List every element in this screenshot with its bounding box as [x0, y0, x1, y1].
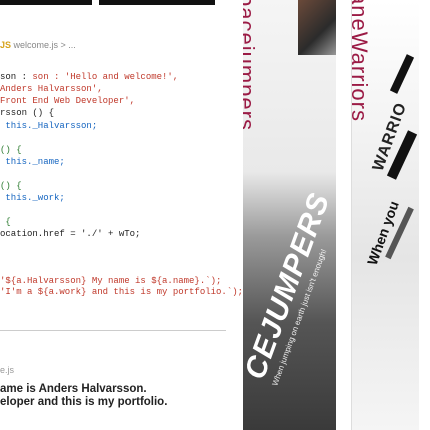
code-line: {	[0, 217, 11, 227]
code-line: ocation.href = './' + wTo;	[0, 229, 141, 239]
code-line: Front End Web Developer',	[0, 96, 136, 106]
output-line: eloper and this is my portfolio.	[0, 396, 168, 408]
code-line: () {	[0, 145, 22, 155]
code-line: Anders Halvarsson',	[0, 84, 103, 94]
project-card-spacejumpers[interactable]: pacejumpers CEJUMPERS When jumping on ea…	[243, 0, 336, 430]
output-file-label: e.js	[0, 365, 15, 375]
file-path: welcome.js > ...	[13, 40, 76, 50]
card-poster-text: CEJUMPERS When jumping on earth just isn…	[243, 156, 336, 387]
js-file-icon: JS	[0, 40, 12, 50]
code-line: '${a.Halvarsson} My name is ${a.name}.`)…	[0, 276, 222, 286]
divider	[0, 330, 226, 331]
project-card-warriors[interactable]: aneWarriors WARRIO When you	[351, 0, 419, 430]
code-line: this._Halvarsson;	[0, 121, 98, 131]
code-line: 'I'm a ${a.work} and this is my portfoli…	[0, 287, 244, 297]
card-photo	[298, 0, 336, 55]
code-line: this._name;	[0, 157, 65, 167]
output-line: ame is Anders Halvarsson.	[0, 383, 147, 395]
card-vertical-title: pacejumpers	[243, 0, 259, 131]
console-output: ame is Anders Halvarsson. eloper and thi…	[0, 383, 167, 409]
code-text: son : 'Hello and welcome!',	[32, 72, 179, 82]
code-line: son : son : 'Hello and welcome!',	[0, 72, 179, 82]
file-breadcrumb[interactable]: JS welcome.js > ...	[0, 40, 76, 50]
code-line: rsson () {	[0, 108, 55, 118]
card-vertical-title: aneWarriors	[351, 0, 372, 122]
code-editor-panel: JS welcome.js > ... son : son : 'Hello a…	[0, 0, 243, 430]
code-line: () {	[0, 181, 22, 191]
code-line: this._work;	[0, 193, 65, 203]
